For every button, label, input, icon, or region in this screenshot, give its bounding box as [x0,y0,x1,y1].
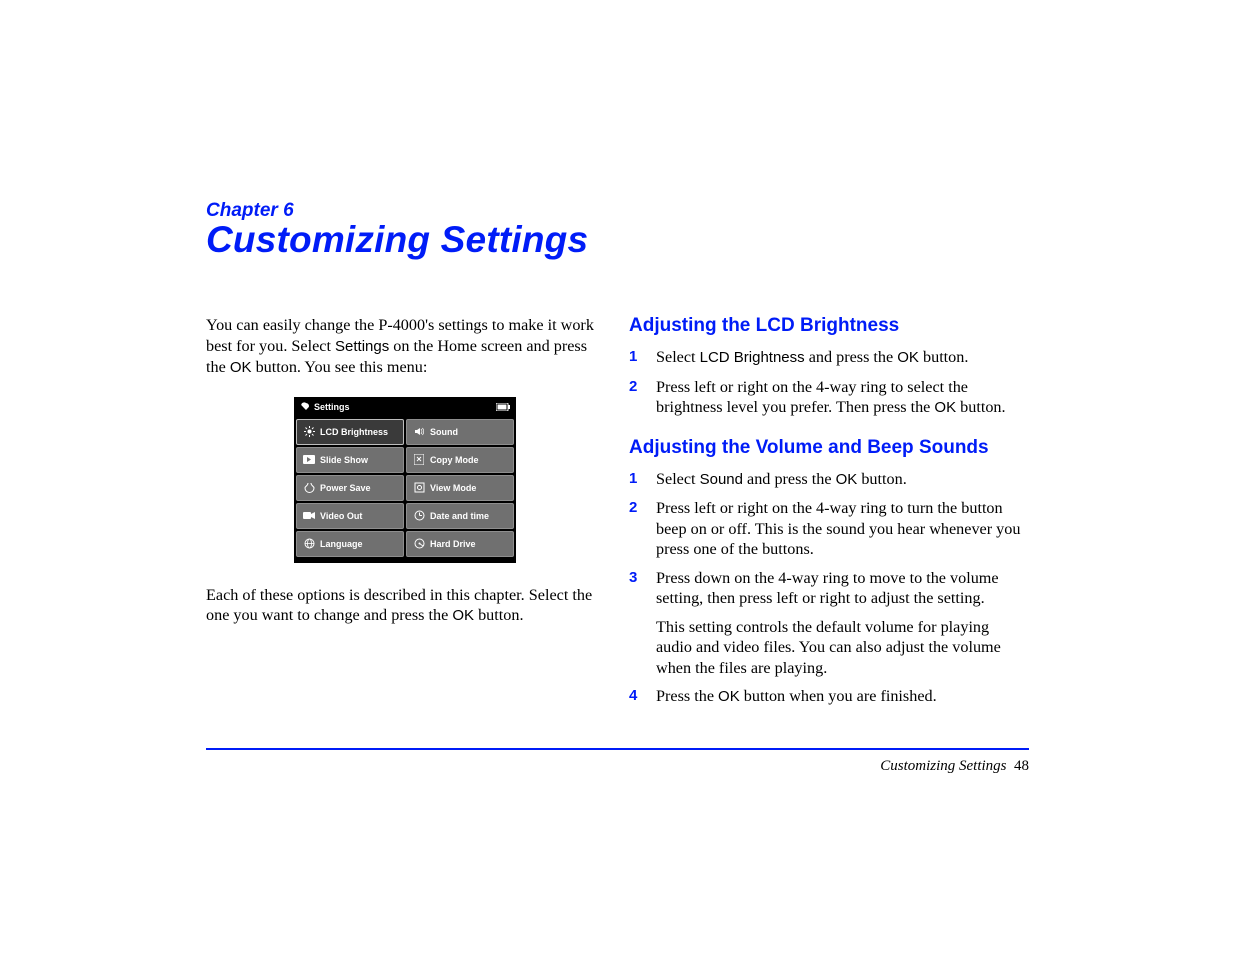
hdd-icon [413,538,425,549]
ok-word: OK [897,349,919,366]
slideshow-icon [303,454,315,465]
menu-date-time: Date and time [406,503,514,529]
speaker-icon [413,426,425,437]
menu-item-label: Copy Mode [430,455,479,465]
footer: Customizing Settings 48 [206,758,1029,775]
right-column: Adjusting the LCD Brightness Select LCD … [629,315,1029,726]
ok-word: OK [836,471,858,488]
text: and press the [743,470,836,488]
ok-word: OK [718,688,740,705]
menu-item-label: LCD Brightness [320,427,388,437]
footer-label: Customizing Settings [880,758,1006,774]
menu-view-mode: View Mode [406,475,514,501]
view-icon [413,482,425,493]
text: button. [857,470,906,488]
step-item: Press left or right on the 4-way ring to… [629,377,1029,419]
menu-item-label: Date and time [430,511,489,521]
menu-power-save: Power Save [296,475,404,501]
text: button when you are finished. [740,687,937,705]
menu-item-label: Language [320,539,363,549]
step-subtext: This setting controls the default volume… [656,617,1029,679]
menu-hard-drive: Hard Drive [406,531,514,557]
menu-language: Language [296,531,404,557]
settings-word: Settings [335,338,389,355]
section-heading-volume: Adjusting the Volume and Beep Sounds [629,437,1029,459]
step-item: Press the OK button when you are finishe… [629,686,1029,708]
text: and press the [805,348,898,366]
menu-video-out: Video Out [296,503,404,529]
steps-volume: Select Sound and press the OK button. Pr… [629,469,1029,708]
text: Each of these options is described in th… [206,586,592,625]
text: button. [919,348,968,366]
menu-item-label: Slide Show [320,455,368,465]
text: button. You see this menu: [252,358,428,376]
step-item: Press down on the 4-way ring to move to … [629,568,1029,679]
text: Press left or right on the 4-way ring to… [656,499,1020,558]
step-item: Select LCD Brightness and press the OK b… [629,347,1029,369]
power-icon [303,482,315,493]
ok-word: OK [452,607,474,624]
step-item: Select Sound and press the OK button. [629,469,1029,491]
globe-icon [303,538,315,549]
chapter-title: Customizing Settings [206,219,588,261]
page-number: 48 [1014,758,1029,774]
wrench-icon [300,402,310,412]
clock-icon [413,510,425,521]
menu-copy-mode: Copy Mode [406,447,514,473]
text: Press the [656,687,718,705]
left-column: You can easily change the P-4000's setti… [206,315,604,637]
menu-item-label: View Mode [430,483,476,493]
menu-sound: Sound [406,419,514,445]
section-heading-lcd: Adjusting the LCD Brightness [629,315,1029,337]
text: Select [656,348,700,366]
text: button. [474,606,523,624]
settings-grid: LCD Brightness Sound Slide Show Copy Mod… [294,417,516,563]
video-icon [303,510,315,521]
text: button. [956,398,1005,416]
menu-item-label: Sound [430,427,458,437]
copy-icon [413,454,425,465]
steps-lcd: Select LCD Brightness and press the OK b… [629,347,1029,419]
menu-item-label: Power Save [320,483,371,493]
sun-icon [303,426,315,437]
sound-word: Sound [700,471,743,488]
text: Press left or right on the 4-way ring to… [656,378,968,417]
ok-word: OK [934,399,956,416]
settings-title-bar: Settings [294,397,516,417]
menu-lcd-brightness: LCD Brightness [296,419,404,445]
intro-paragraph-1: You can easily change the P-4000's setti… [206,315,604,379]
text: Press down on the 4-way ring to move to … [656,569,999,608]
lcd-brightness-word: LCD Brightness [700,349,805,366]
menu-item-label: Hard Drive [430,539,476,549]
battery-icon [496,403,510,411]
menu-slide-show: Slide Show [296,447,404,473]
intro-paragraph-2: Each of these options is described in th… [206,585,604,627]
text: Select [656,470,700,488]
menu-item-label: Video Out [320,511,362,521]
ok-word: OK [230,359,252,376]
footer-rule [206,748,1029,750]
settings-menu-screenshot: Settings LCD Brightness Sound Slide Show [294,397,516,563]
settings-title: Settings [314,402,350,412]
step-item: Press left or right on the 4-way ring to… [629,498,1029,560]
